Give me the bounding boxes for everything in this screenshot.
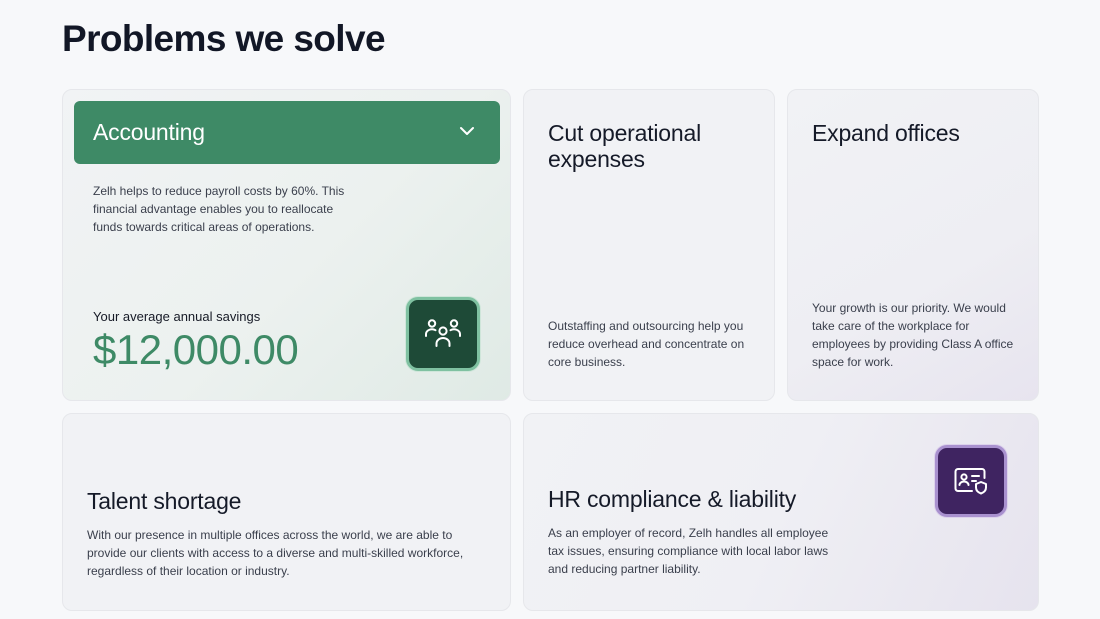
hr-compliance-title: HR compliance & liability: [548, 486, 797, 512]
accounting-title: Accounting: [93, 119, 205, 145]
hr-compliance-description: As an employer of record, Zelh handles a…: [548, 526, 829, 576]
talent-shortage-description: With our presence in multiple offices ac…: [87, 528, 464, 578]
savings-label: Your average annual savings: [93, 309, 261, 324]
savings-value: $12,000.00: [93, 326, 299, 373]
cut-expenses-title: Cut operational expenses: [548, 120, 701, 172]
page-title: Problems we solve: [62, 18, 386, 59]
talent-shortage-card[interactable]: Talent shortage With our presence in mul…: [62, 413, 511, 611]
accounting-card: Accounting Zelh helps to reduce payroll …: [62, 89, 511, 401]
expand-offices-description: Your growth is our priority. We would ta…: [812, 301, 1014, 369]
cut-expenses-description: Outstaffing and outsourcing help you red…: [548, 319, 745, 369]
accounting-accordion-header[interactable]: Accounting: [74, 101, 500, 164]
chevron-down-icon[interactable]: [459, 125, 475, 137]
id-card-shield-icon: [935, 445, 1007, 517]
hr-compliance-card[interactable]: HR compliance & liability As an employer…: [523, 413, 1039, 611]
talent-shortage-title: Talent shortage: [87, 488, 242, 514]
cut-expenses-card[interactable]: Cut operational expenses Outstaffing and…: [523, 89, 775, 401]
team-users-icon: [406, 297, 480, 371]
accounting-description: Zelh helps to reduce payroll costs by 60…: [93, 184, 345, 234]
expand-offices-title: Expand offices: [812, 120, 960, 146]
expand-offices-card[interactable]: Expand offices Your growth is our priori…: [787, 89, 1039, 401]
